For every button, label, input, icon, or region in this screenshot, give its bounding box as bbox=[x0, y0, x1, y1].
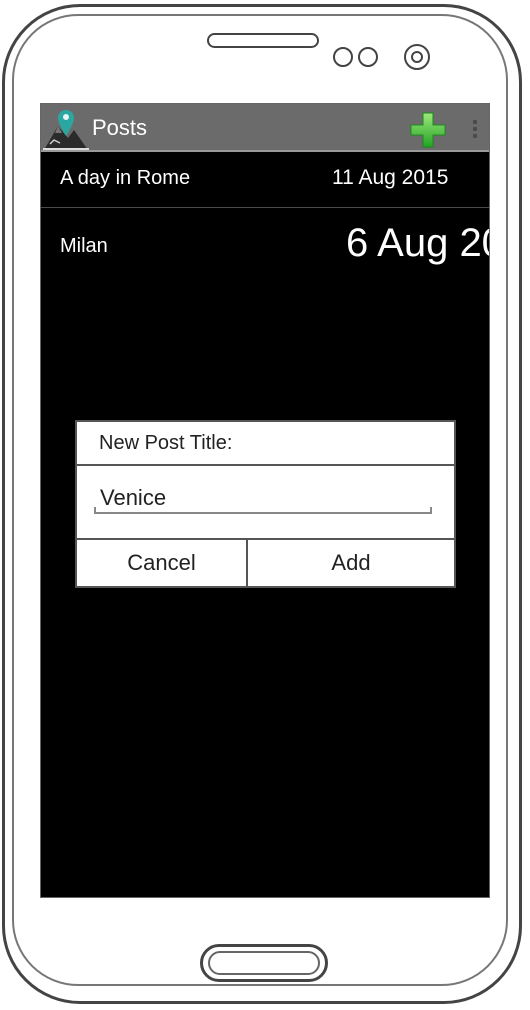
input-underline bbox=[94, 507, 432, 514]
action-bar-title: Posts bbox=[92, 115, 148, 140]
phone-sensor bbox=[358, 47, 378, 67]
plus-icon[interactable] bbox=[409, 111, 447, 149]
dialog-button-row: Cancel Add bbox=[77, 538, 454, 586]
overflow-menu-icon[interactable] bbox=[472, 120, 478, 140]
action-bar: Posts bbox=[41, 104, 489, 152]
front-camera bbox=[404, 44, 430, 70]
post-date: 11 Aug 2015 bbox=[332, 166, 449, 189]
add-button[interactable]: Add bbox=[248, 540, 454, 586]
cancel-button[interactable]: Cancel bbox=[77, 540, 248, 586]
post-list-item[interactable]: Milan 6 Aug 2015 bbox=[41, 209, 489, 279]
phone-speaker bbox=[207, 33, 319, 48]
dialog-title: New Post Title: bbox=[77, 422, 454, 466]
phone-sensor bbox=[333, 47, 353, 67]
new-post-dialog: New Post Title: Cancel Add bbox=[75, 420, 456, 588]
post-title: A day in Rome bbox=[60, 167, 191, 189]
post-list-item[interactable]: A day in Rome 11 Aug 2015 bbox=[41, 154, 489, 208]
post-title-input[interactable] bbox=[94, 482, 432, 514]
post-title: Milan bbox=[60, 235, 108, 257]
home-button[interactable] bbox=[200, 944, 328, 982]
post-date: 6 Aug 2015 bbox=[346, 221, 489, 265]
app-icon-underline bbox=[43, 148, 89, 150]
mountain-pin-icon[interactable] bbox=[44, 106, 88, 150]
